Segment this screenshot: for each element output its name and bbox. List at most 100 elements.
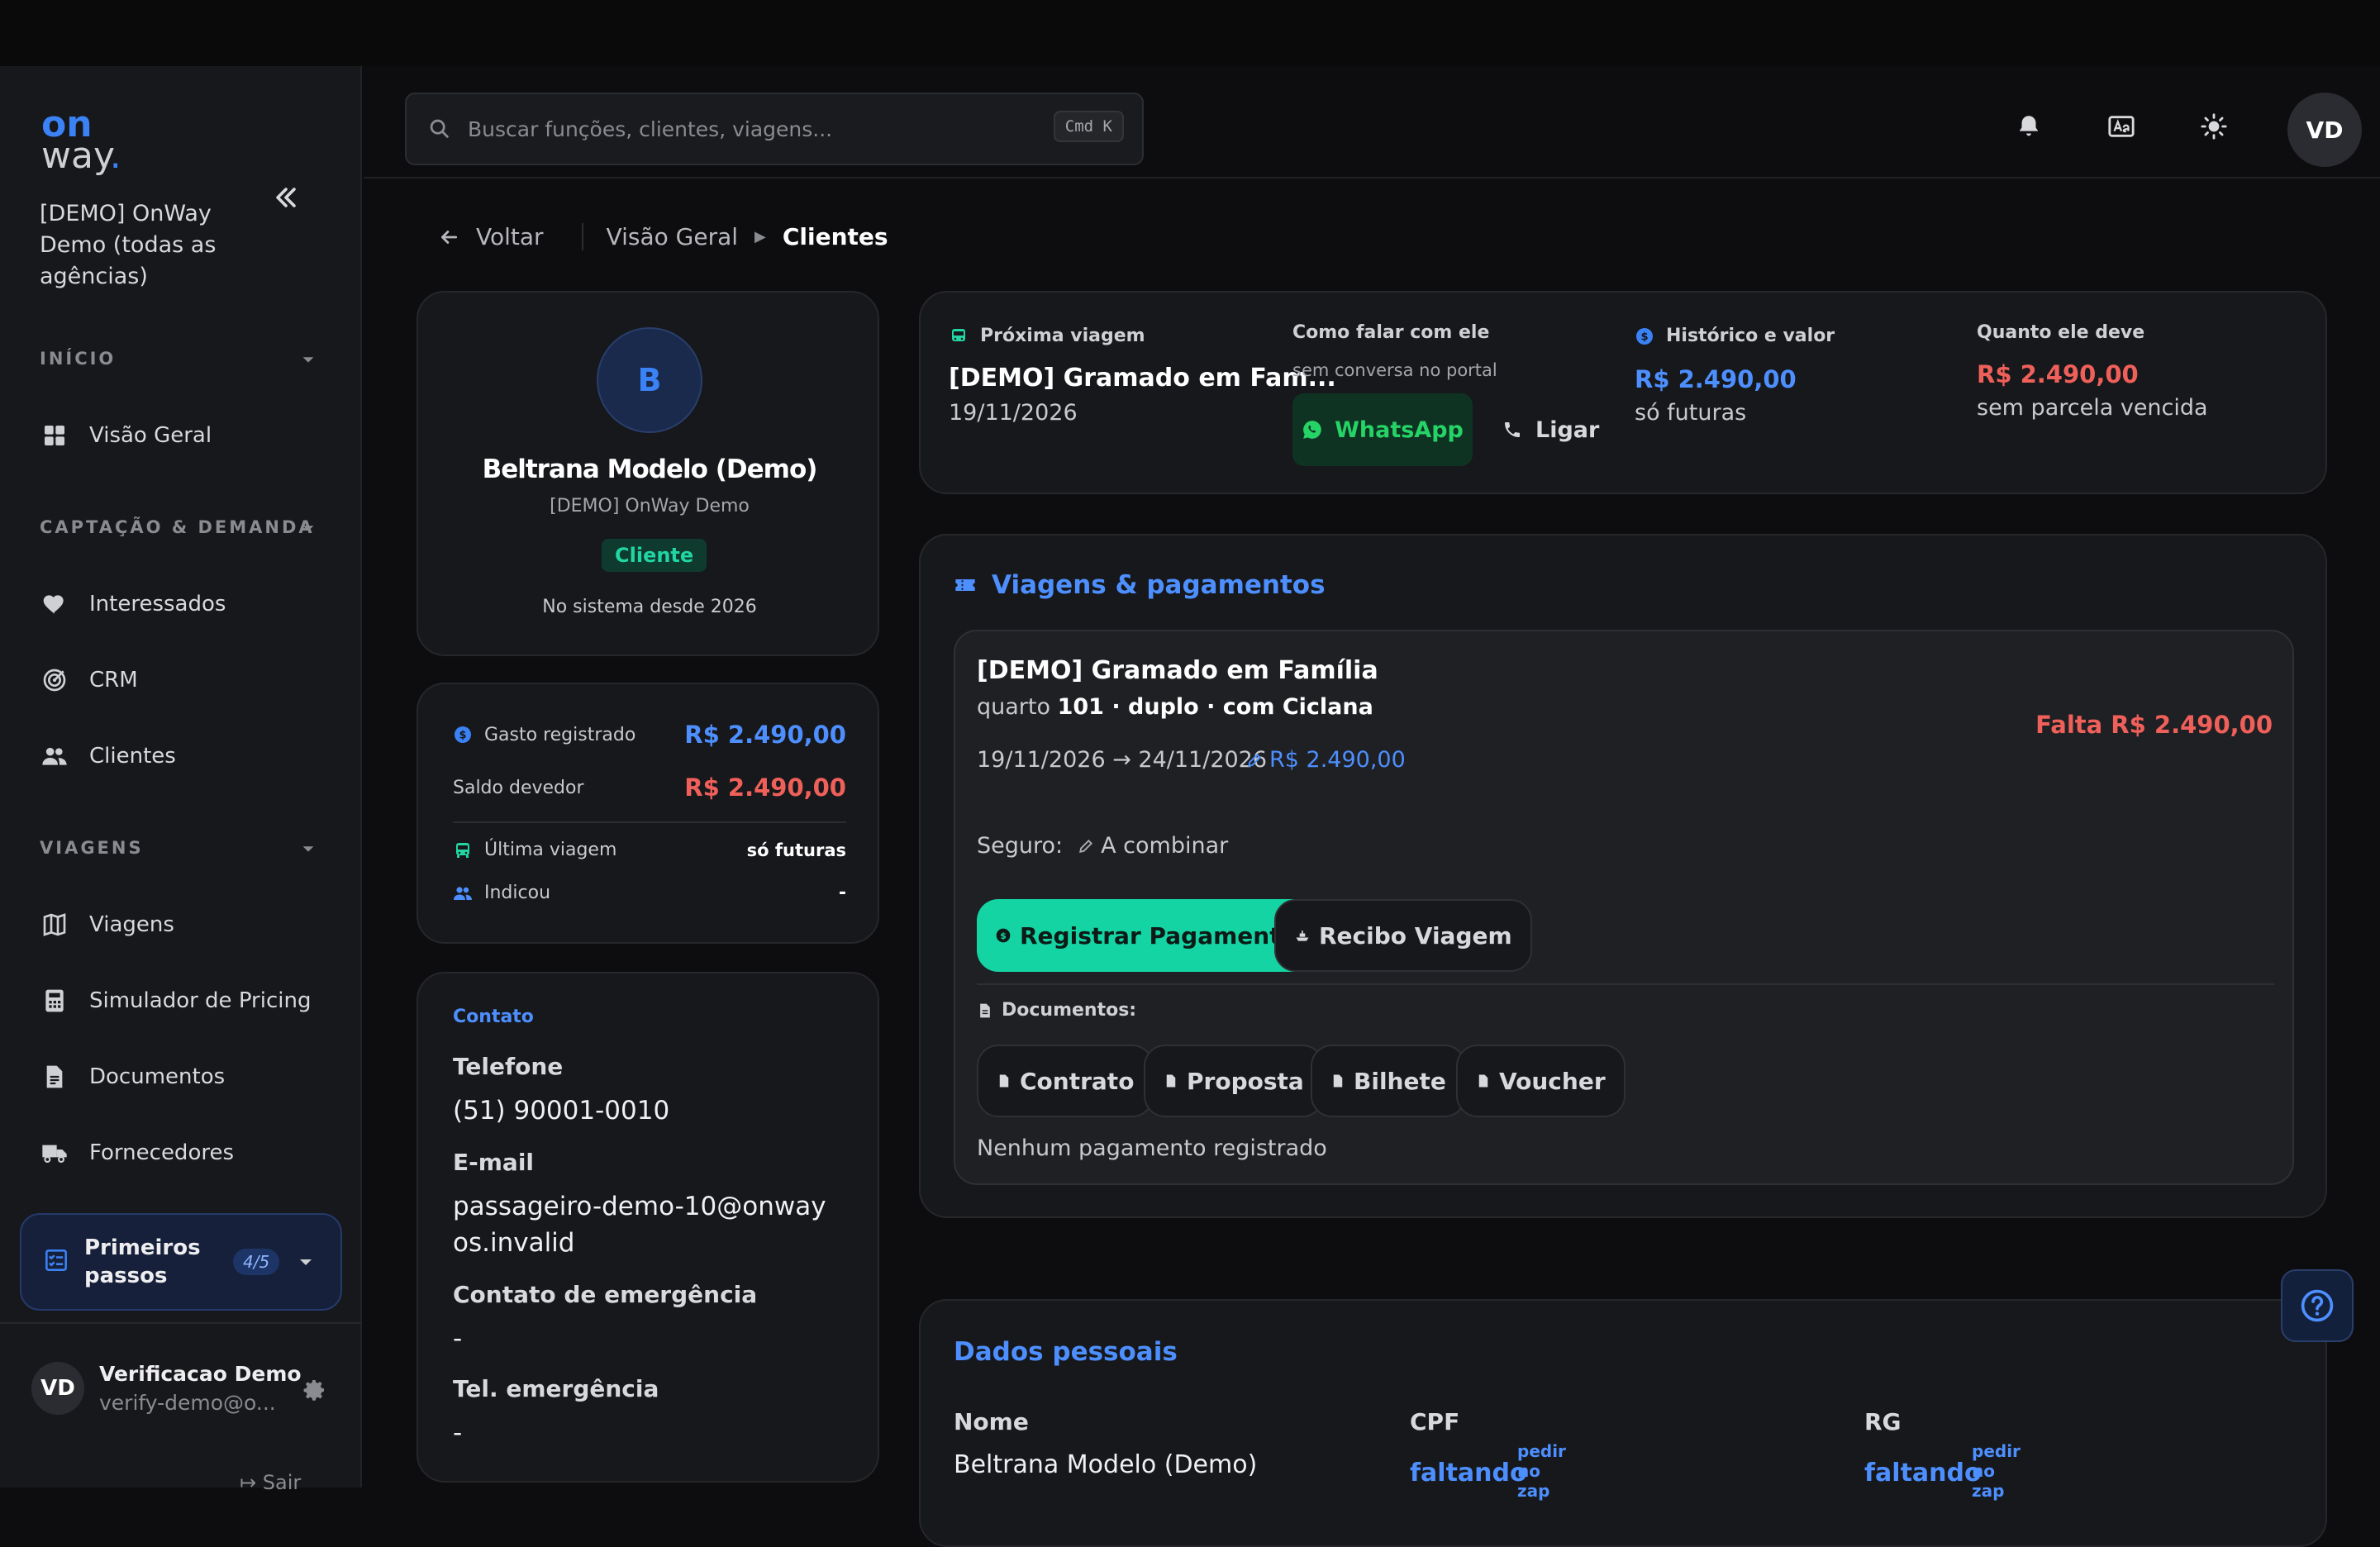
- search-input[interactable]: [468, 117, 1030, 141]
- owes-value: R$ 2.490,00: [1977, 360, 2139, 388]
- cpf-value[interactable]: faltando: [1410, 1459, 1527, 1488]
- sidebar: on way. [DEMO] OnWay Demo (todas as agên…: [0, 66, 362, 1494]
- search-box[interactable]: Cmd K: [405, 93, 1144, 165]
- stat-label: Indicou: [484, 883, 551, 903]
- sidebar-item-fornecedores[interactable]: Fornecedores: [40, 1132, 234, 1173]
- phone-value[interactable]: (51) 90001-0010: [453, 1092, 833, 1129]
- sidebar-item-label: Simulador de Pricing: [89, 988, 312, 1013]
- dollar-coin-icon: $: [1636, 327, 1653, 345]
- doc-label: Bilhete: [1354, 1067, 1446, 1095]
- insurance-edit[interactable]: A combinar: [1078, 833, 1228, 859]
- trip-name[interactable]: [DEMO] Gramado em Família: [977, 656, 1378, 685]
- checklist-icon: [45, 1249, 68, 1275]
- onboarding-label: Primeiros passos: [84, 1235, 201, 1288]
- logout-label: Sair: [262, 1471, 302, 1494]
- trip-receipt-button[interactable]: Recibo Viagem: [1274, 899, 1532, 972]
- rg-ask-whatsapp-link[interactable]: pedir no zap: [1972, 1441, 2021, 1501]
- sidebar-item-interessados[interactable]: Interessados: [40, 583, 226, 625]
- rg-label: RG: [1864, 1408, 1902, 1435]
- section-label-inicio[interactable]: INÍCIO: [40, 349, 116, 369]
- personal-rg-field: RG faltando pedir no zap: [1864, 1408, 2021, 1501]
- collapse-sidebar-button[interactable]: [269, 183, 302, 217]
- doc-bilhete-button[interactable]: Bilhete: [1311, 1045, 1466, 1117]
- cpf-ask-whatsapp-link[interactable]: pedir no zap: [1517, 1441, 1566, 1501]
- section-toggle-viagens[interactable]: [299, 840, 324, 859]
- doc-proposta-button[interactable]: Proposta: [1144, 1045, 1324, 1117]
- no-payments-text: Nenhum pagamento registrado: [977, 1135, 1327, 1161]
- trips-title-text: Viagens & pagamentos: [992, 570, 1326, 600]
- name-label: Nome: [954, 1408, 1029, 1435]
- caret-down-icon: [302, 526, 314, 531]
- help-button[interactable]: [2281, 1269, 2354, 1342]
- history-value: R$ 2.490,00: [1635, 365, 1797, 393]
- trips-section-title: Viagens & pagamentos: [954, 570, 1326, 600]
- email-value[interactable]: passageiro-demo-10@onwayos.invalid: [453, 1188, 833, 1261]
- history-label: $ Histórico e valor: [1635, 326, 1835, 346]
- doc-voucher-button[interactable]: Voucher: [1456, 1045, 1626, 1117]
- insurance-label: Seguro:: [977, 833, 1064, 859]
- register-payment-button[interactable]: $ Registrar Pagamento: [977, 899, 1315, 972]
- breadcrumb-visao-geral[interactable]: Visão Geral: [607, 223, 738, 250]
- insurance-value: A combinar: [1101, 833, 1229, 859]
- sidebar-item-documentos[interactable]: Documentos: [40, 1056, 225, 1097]
- doc-contrato-button[interactable]: Contrato: [977, 1045, 1154, 1117]
- status-badge: Cliente: [602, 539, 707, 572]
- document-icon: [980, 1003, 990, 1017]
- trip-price-edit[interactable]: R$ 2.490,00: [1246, 747, 1406, 773]
- bell-icon: [2019, 116, 2039, 136]
- sidebar-item-simulador[interactable]: Simulador de Pricing: [40, 980, 311, 1021]
- notifications-button[interactable]: [2008, 106, 2049, 147]
- svg-text:$: $: [1640, 331, 1648, 343]
- personal-data-card: Dados pessoais Nome Beltrana Modelo (Dem…: [919, 1299, 2327, 1547]
- section-label-viagens[interactable]: VIAGENS: [40, 838, 144, 858]
- phone-label: Telefone: [453, 1053, 564, 1080]
- sidebar-item-viagens[interactable]: Viagens: [40, 904, 174, 945]
- svg-text:$: $: [1000, 931, 1007, 941]
- next-trip-date: 19/11/2026: [949, 400, 1078, 426]
- sidebar-item-clientes[interactable]: Clientes: [40, 735, 176, 777]
- settings-button[interactable]: [301, 1377, 331, 1407]
- sidebar-item-label: Visão Geral: [89, 423, 212, 448]
- user-avatar-button[interactable]: VD: [2287, 93, 2362, 167]
- back-button[interactable]: Voltar: [438, 223, 583, 250]
- stats-card: $ Gasto registrado R$ 2.490,00 Saldo deve…: [416, 683, 879, 944]
- history-label-text: Histórico e valor: [1666, 326, 1835, 346]
- sidebar-item-crm[interactable]: CRM: [40, 659, 138, 701]
- name-value[interactable]: Beltrana Modelo (Demo): [954, 1450, 1257, 1479]
- bus-icon: [952, 328, 965, 341]
- personal-cpf-field: CPF faltando pedir no zap: [1410, 1408, 1566, 1501]
- personal-section-title: Dados pessoais: [954, 1337, 1178, 1367]
- stat-label: Gasto registrado: [484, 724, 636, 745]
- grid-icon: [40, 421, 69, 450]
- emergency-phone-label: Tel. emergência: [453, 1375, 659, 1402]
- font-size-button[interactable]: [2101, 106, 2142, 147]
- stat-due: Saldo devedor R$ 2.490,00: [453, 774, 846, 802]
- ticket-icon: [955, 579, 975, 591]
- stat-value: R$ 2.490,00: [684, 721, 846, 749]
- onboarding-panel[interactable]: Primeiros passos 4/5: [20, 1213, 342, 1311]
- logout-link[interactable]: ↦ Sair: [240, 1471, 301, 1494]
- section-toggle-captacao[interactable]: [299, 519, 324, 539]
- section-label-captacao[interactable]: CAPTAÇÃO & DEMANDA: [40, 517, 315, 537]
- app-logo[interactable]: on way.: [41, 107, 121, 174]
- bus-icon: [456, 842, 469, 858]
- client-agency: [DEMO] OnWay Demo: [550, 496, 750, 516]
- theme-toggle-button[interactable]: [2193, 106, 2235, 147]
- stat-label: Última viagem: [484, 840, 617, 860]
- whatsapp-button[interactable]: WhatsApp: [1292, 393, 1473, 466]
- document-icon: [40, 1062, 69, 1092]
- contact-card: Contato Telefone (51) 90001-0010 E-mail …: [416, 972, 879, 1483]
- insurance-row: Seguro: A combinar: [977, 833, 1228, 859]
- dollar-coin-icon: $: [996, 928, 1011, 943]
- next-trip-name[interactable]: [DEMO] Gramado em Fam...: [949, 364, 1336, 393]
- caret-down-icon: [302, 846, 314, 852]
- rg-value[interactable]: faltando: [1864, 1459, 1982, 1488]
- section-toggle-inicio[interactable]: [299, 350, 324, 370]
- document-icon: [1478, 1074, 1488, 1088]
- avatar: VD: [31, 1362, 84, 1415]
- call-button[interactable]: Ligar: [1502, 393, 1599, 466]
- organization-name[interactable]: [DEMO] OnWay Demo (todas as agências): [40, 198, 246, 293]
- user-profile[interactable]: VD Verificacao Demo verify-demo@o...: [31, 1362, 302, 1415]
- trips-payments-card: Viagens & pagamentos [DEMO] Gramado em F…: [919, 534, 2327, 1218]
- sidebar-item-visao-geral[interactable]: Visão Geral: [40, 415, 212, 456]
